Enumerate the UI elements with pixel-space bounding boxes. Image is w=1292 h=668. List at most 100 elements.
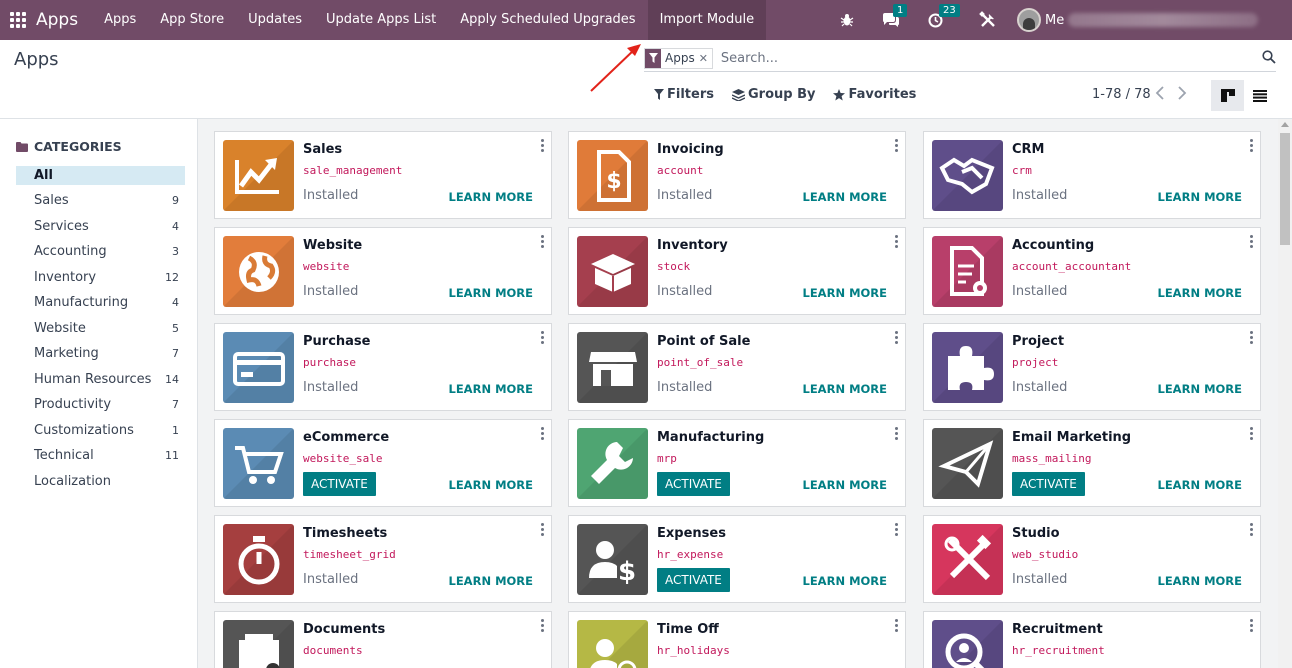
app-card[interactable]: Accounting account_accountant Installed LEA… <box>923 227 1261 315</box>
filters-button[interactable]: Filters <box>654 87 714 102</box>
learn-more-button[interactable]: LEARN MORE <box>803 574 888 588</box>
app-card[interactable]: CRM crm Installed LEARN MORE <box>923 131 1261 219</box>
app-card[interactable]: Website website Installed LEARN MORE <box>214 227 552 315</box>
learn-more-button[interactable]: LEARN MORE <box>449 478 534 492</box>
app-card[interactable]: Documents documents <box>214 611 552 668</box>
favorites-button[interactable]: Favorites <box>833 87 916 102</box>
pager-previous-icon[interactable] <box>1155 86 1165 104</box>
app-card[interactable]: Sales sale_management Installed LEARN MORE <box>214 131 552 219</box>
menu-apps[interactable]: Apps <box>92 0 148 40</box>
app-card[interactable]: $ Invoicing account Installed LEARN MORE <box>568 131 906 219</box>
app-card[interactable]: Timesheets timesheet_grid Installed LEARN M… <box>214 515 552 603</box>
activate-button[interactable]: ACTIVATE <box>303 472 376 496</box>
activity-clock-icon[interactable]: 23 <box>928 3 960 28</box>
category-item[interactable]: Customizations 1 <box>16 418 185 444</box>
menu-import-module[interactable]: Import Module <box>647 0 767 40</box>
category-item[interactable]: Sales 9 <box>16 188 185 214</box>
category-item[interactable]: Website 5 <box>16 316 185 342</box>
scrollbar[interactable] <box>1278 119 1292 668</box>
card-menu-icon[interactable] <box>1250 619 1254 634</box>
learn-more-button[interactable]: LEARN MORE <box>803 478 888 492</box>
card-menu-icon[interactable] <box>895 331 899 346</box>
menu-updates[interactable]: Updates <box>236 0 314 40</box>
learn-more-button[interactable]: LEARN MORE <box>449 574 534 588</box>
card-menu-icon[interactable] <box>541 619 545 634</box>
remove-facet-icon[interactable]: ✕ <box>699 52 712 65</box>
category-item[interactable]: Inventory 12 <box>16 265 185 291</box>
card-menu-icon[interactable] <box>1250 331 1254 346</box>
learn-more-button[interactable]: LEARN MORE <box>449 190 534 204</box>
search-icon[interactable] <box>1262 50 1276 68</box>
card-menu-icon[interactable] <box>1250 139 1254 154</box>
search-input[interactable] <box>720 50 1241 66</box>
learn-more-button[interactable]: LEARN MORE <box>449 286 534 300</box>
bug-icon[interactable] <box>840 13 854 27</box>
card-menu-icon[interactable] <box>895 427 899 442</box>
app-card[interactable]: Manufacturing mrp ACTIVATE LEARN MORE <box>568 419 906 507</box>
app-card[interactable]: Time Off hr_holidays <box>568 611 906 668</box>
menu-app-store[interactable]: App Store <box>148 0 236 40</box>
app-menu-grid-icon[interactable] <box>10 12 26 28</box>
search-facet[interactable]: Apps ✕ <box>644 47 713 69</box>
card-menu-icon[interactable] <box>1250 523 1254 538</box>
category-item[interactable]: Marketing 7 <box>16 341 185 367</box>
app-card[interactable]: Recruitment hr_recruitment <box>923 611 1261 668</box>
card-menu-icon[interactable] <box>895 139 899 154</box>
pager-value[interactable]: 1-78 / 78 <box>1092 87 1151 102</box>
activate-button[interactable]: ACTIVATE <box>1012 472 1085 496</box>
pager-next-icon[interactable] <box>1177 86 1187 104</box>
learn-more-button[interactable]: LEARN MORE <box>803 190 888 204</box>
category-item[interactable]: All <box>16 166 185 185</box>
category-item[interactable]: Manufacturing 4 <box>16 290 185 316</box>
learn-more-button[interactable]: LEARN MORE <box>803 382 888 396</box>
category-item[interactable]: Technical 11 <box>16 443 185 469</box>
activate-button[interactable]: ACTIVATE <box>657 568 730 592</box>
user-dollar-icon: $ <box>577 524 648 595</box>
card-menu-icon[interactable] <box>895 523 899 538</box>
scroll-up-arrow-icon[interactable] <box>1281 122 1289 127</box>
user-name[interactable]: Me <box>1045 13 1064 28</box>
category-item[interactable]: Human Resources 14 <box>16 367 185 393</box>
category-item[interactable]: Accounting 3 <box>16 239 185 265</box>
category-item[interactable]: Localization <box>16 469 185 495</box>
app-card[interactable]: Inventory stock Installed LEARN MORE <box>568 227 906 315</box>
card-menu-icon[interactable] <box>895 235 899 250</box>
menu-update-apps-list[interactable]: Update Apps List <box>314 0 448 40</box>
chat-icon[interactable]: 1 <box>882 3 908 28</box>
category-count: 11 <box>165 449 179 463</box>
app-card[interactable]: Studio web_studio Installed LEARN MORE <box>923 515 1261 603</box>
user-avatar[interactable] <box>1017 8 1041 32</box>
card-menu-icon[interactable] <box>1250 427 1254 442</box>
learn-more-button[interactable]: LEARN MORE <box>449 382 534 396</box>
learn-more-button[interactable]: LEARN MORE <box>1158 190 1243 204</box>
activate-button[interactable]: ACTIVATE <box>657 472 730 496</box>
card-menu-icon[interactable] <box>541 235 545 250</box>
learn-more-button[interactable]: LEARN MORE <box>1158 478 1243 492</box>
scroll-thumb[interactable] <box>1280 133 1290 245</box>
kanban-view-icon[interactable] <box>1211 80 1244 111</box>
card-menu-icon[interactable] <box>541 523 545 538</box>
list-view-icon[interactable] <box>1248 80 1272 111</box>
learn-more-button[interactable]: LEARN MORE <box>803 286 888 300</box>
card-menu-icon[interactable] <box>895 619 899 634</box>
app-card[interactable]: $ Expenses hr_expense ACTIVATE LEARN MORE <box>568 515 906 603</box>
menu-apply-scheduled-upgrades[interactable]: Apply Scheduled Upgrades <box>448 0 647 40</box>
stopwatch-icon <box>223 524 294 595</box>
app-brand[interactable]: Apps <box>36 10 78 30</box>
app-card[interactable]: Purchase purchase Installed LEARN MORE <box>214 323 552 411</box>
app-card[interactable]: Email Marketing mass_mailing ACTIVATE LEARN… <box>923 419 1261 507</box>
app-card[interactable]: Project project Installed LEARN MORE <box>923 323 1261 411</box>
category-item[interactable]: Productivity 7 <box>16 392 185 418</box>
learn-more-button[interactable]: LEARN MORE <box>1158 286 1243 300</box>
group-by-button[interactable]: Group By <box>731 87 815 102</box>
app-card[interactable]: eCommerce website_sale ACTIVATE LEARN MORE <box>214 419 552 507</box>
app-card[interactable]: Point of Sale point_of_sale Installed LEARN… <box>568 323 906 411</box>
settings-tools-icon[interactable] <box>979 11 997 29</box>
card-menu-icon[interactable] <box>541 139 545 154</box>
card-menu-icon[interactable] <box>1250 235 1254 250</box>
card-menu-icon[interactable] <box>541 331 545 346</box>
card-menu-icon[interactable] <box>541 427 545 442</box>
category-item[interactable]: Services 4 <box>16 214 185 240</box>
learn-more-button[interactable]: LEARN MORE <box>1158 574 1243 588</box>
learn-more-button[interactable]: LEARN MORE <box>1158 382 1243 396</box>
